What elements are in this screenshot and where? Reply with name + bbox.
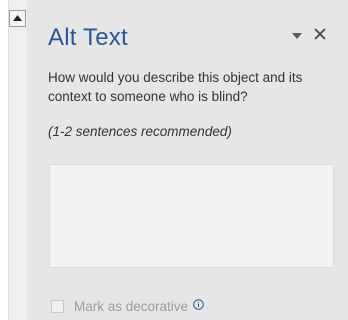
mark-decorative-checkbox[interactable] <box>51 299 64 313</box>
scrollbar-track[interactable] <box>8 0 27 320</box>
chevron-down-icon[interactable] <box>291 31 303 41</box>
sentence-hint: (1-2 sentences recommended) <box>48 124 232 139</box>
scroll-up-button[interactable] <box>9 10 26 27</box>
triangle-up-icon <box>13 15 22 21</box>
info-icon[interactable] <box>193 298 204 310</box>
alt-text-prompt: How would you describe this object and i… <box>48 70 303 104</box>
vertical-scrollbar[interactable] <box>0 0 27 320</box>
pane-title: Alt Text <box>48 24 128 51</box>
mark-decorative-row[interactable]: Mark as decorative <box>51 298 204 314</box>
alt-text-input[interactable] <box>49 164 334 268</box>
alt-text-window: Alt Text How would you describe this obj… <box>0 0 348 320</box>
mark-decorative-label[interactable]: Mark as decorative <box>74 299 188 314</box>
close-icon[interactable] <box>313 27 327 41</box>
alt-text-pane: Alt Text How would you describe this obj… <box>27 0 348 320</box>
